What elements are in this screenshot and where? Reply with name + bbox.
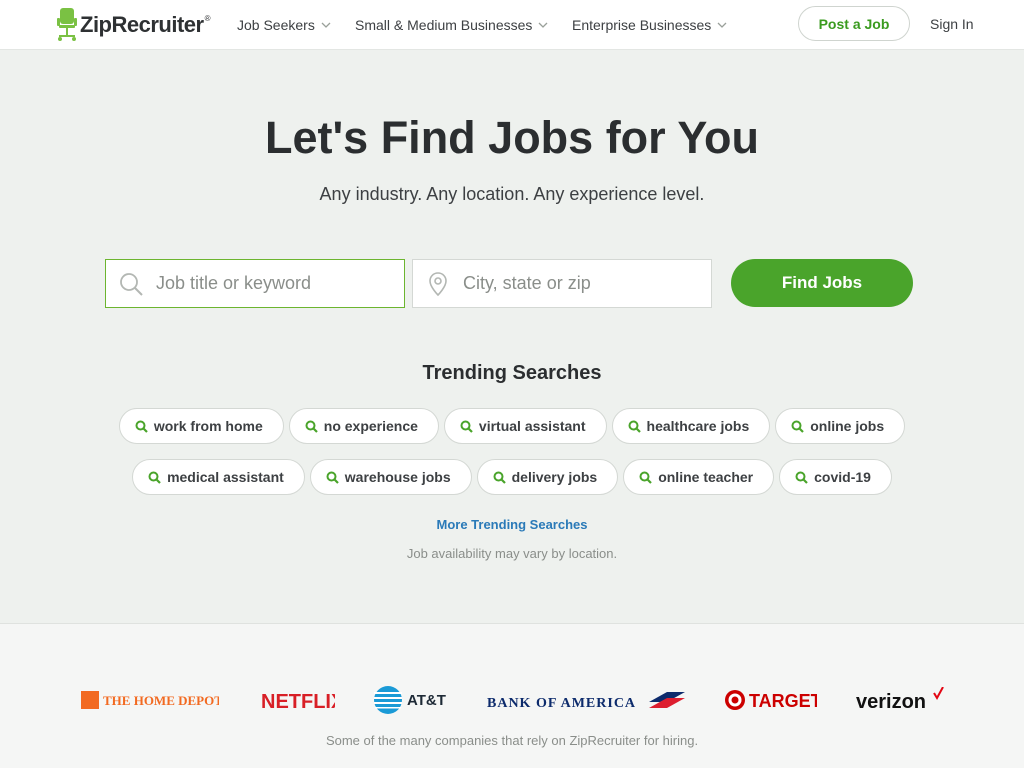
page-title: Let's Find Jobs for You — [264, 112, 760, 163]
map-pin-icon — [429, 271, 447, 296]
verizon-text: verizon — [856, 691, 926, 713]
chair-logo-icon — [57, 8, 77, 41]
att-mark: AT&T — [374, 686, 446, 714]
magnifier-icon — [135, 420, 148, 433]
more-trending-searches-link[interactable]: More Trending Searches — [0, 517, 1024, 532]
location-search-field[interactable] — [412, 259, 712, 308]
trending-chip[interactable]: online jobs — [775, 408, 906, 444]
trending-chip[interactable]: work from home — [118, 408, 284, 444]
magnifier-icon — [148, 471, 161, 484]
chip-label: online teacher — [658, 469, 754, 485]
trending-chip[interactable]: covid-19 — [779, 459, 892, 495]
magnifier-icon — [305, 420, 318, 433]
chip-label: warehouse jobs — [344, 469, 451, 485]
trending-chip[interactable]: healthcare jobs — [611, 408, 771, 444]
magnifier-icon — [120, 272, 143, 296]
boa-text: BANK OF AMERICA — [487, 696, 636, 711]
target-mark: TARGET — [725, 690, 817, 711]
post-a-job-button[interactable]: Post a Job — [798, 6, 910, 41]
bank-of-america-logo: BANK OF AMERICA — [487, 686, 687, 714]
trending-chip[interactable]: online teacher — [623, 459, 775, 495]
page-subtitle: Any industry. Any location. Any experien… — [319, 184, 705, 204]
keyword-search-field[interactable] — [105, 259, 405, 308]
magnifier-icon — [795, 471, 808, 484]
target-logo: TARGET — [725, 686, 817, 714]
site-header: ZipRecruiter ® Job Seekers Small & Mediu… — [0, 0, 1024, 50]
trending-chip[interactable]: warehouse jobs — [309, 459, 472, 495]
trending-row-1: work from home no experience virtual ass… — [0, 408, 1024, 444]
bank-of-america-mark: BANK OF AMERICA — [487, 692, 685, 711]
magnifier-icon — [791, 420, 805, 433]
nav-label: Small & Medium Businesses — [355, 17, 533, 33]
trending-row-2: medical assistant warehouse jobs deliver… — [0, 459, 1024, 495]
chevron-down-icon — [321, 22, 331, 28]
chevron-down-icon — [538, 22, 548, 28]
trending-chip[interactable]: medical assistant — [132, 459, 305, 495]
trending-searches-heading: Trending Searches — [422, 362, 602, 384]
verizon-mark: verizon — [856, 687, 944, 713]
chevron-down-icon — [717, 22, 727, 28]
trending-chip[interactable]: delivery jobs — [476, 459, 619, 495]
chip-label: online jobs — [810, 418, 885, 434]
nav-small-medium-businesses[interactable]: Small & Medium Businesses — [355, 0, 548, 50]
location-input[interactable] — [463, 273, 703, 294]
companies-caption: Some of the many companies that rely on … — [325, 733, 699, 748]
nav-enterprise-businesses[interactable]: Enterprise Businesses — [572, 0, 727, 50]
availability-note: Job availability may vary by location. — [406, 546, 618, 561]
chip-label: covid-19 — [814, 469, 871, 485]
magnifier-icon — [639, 471, 652, 484]
trending-chip[interactable]: virtual assistant — [443, 408, 607, 444]
att-logo: AT&T — [373, 686, 448, 714]
magnifier-icon — [460, 420, 473, 433]
home-depot-mark: THE HOME DEPOT — [81, 691, 219, 709]
target-text: TARGET — [749, 691, 817, 711]
chip-label: delivery jobs — [511, 469, 598, 485]
netflix-text: NETFLIX — [261, 691, 335, 712]
netflix-logo: NETFLIX — [261, 686, 335, 714]
sign-in-link[interactable]: Sign In — [930, 16, 974, 32]
trending-chip[interactable]: no experience — [288, 408, 439, 444]
nav-label: Enterprise Businesses — [572, 17, 712, 33]
logo-wordmark: ZipRecruiter — [80, 12, 204, 37]
keyword-input[interactable] — [156, 273, 396, 294]
chip-label: medical assistant — [167, 469, 284, 485]
ziprecruiter-logo[interactable]: ZipRecruiter ® — [56, 7, 211, 43]
magnifier-icon — [326, 471, 339, 484]
home-depot-text: THE HOME DEPOT — [103, 693, 219, 708]
att-text: AT&T — [407, 692, 446, 709]
chip-label: work from home — [153, 418, 263, 434]
magnifier-icon — [493, 471, 506, 484]
nav-label: Job Seekers — [237, 17, 315, 33]
chip-label: healthcare jobs — [646, 418, 750, 434]
chip-label: virtual assistant — [478, 418, 586, 434]
netflix-mark: NETFLIX — [261, 691, 335, 712]
nav-job-seekers[interactable]: Job Seekers — [237, 0, 331, 50]
registered-mark: ® — [204, 13, 211, 23]
magnifier-icon — [628, 420, 641, 433]
find-jobs-button[interactable]: Find Jobs — [731, 259, 913, 307]
verizon-logo: verizon — [856, 686, 946, 714]
chip-label: no experience — [323, 418, 418, 434]
home-depot-logo: THE HOME DEPOT — [81, 686, 219, 714]
